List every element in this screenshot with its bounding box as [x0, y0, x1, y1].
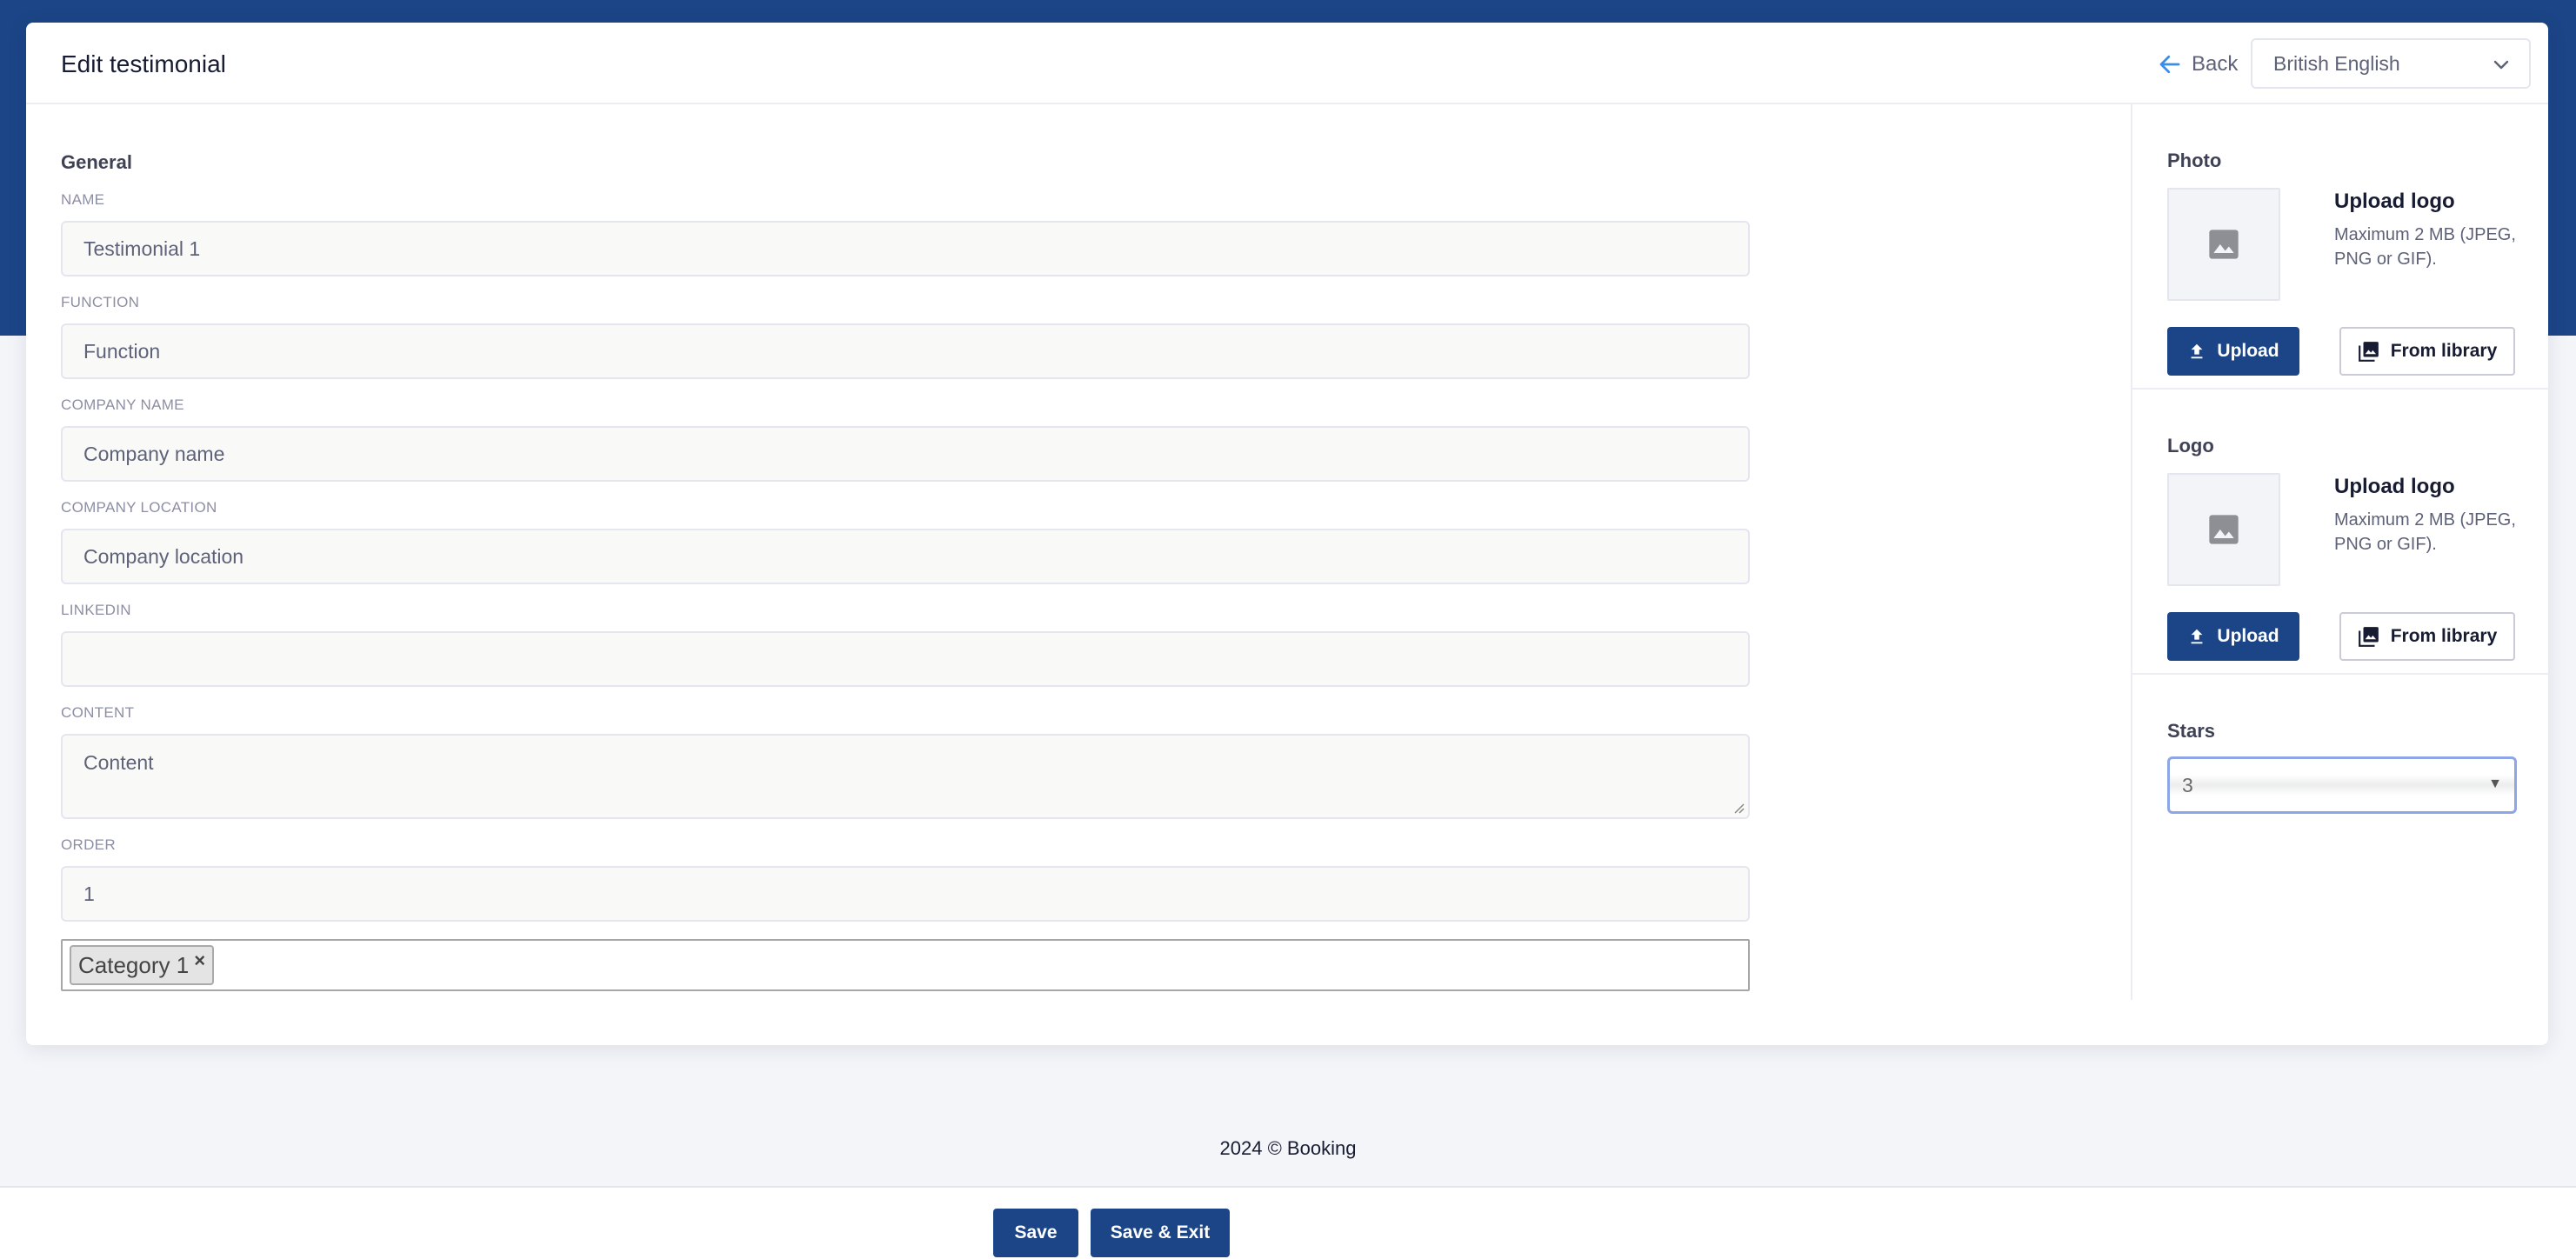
images-icon	[2358, 342, 2379, 362]
image-placeholder-icon	[2209, 230, 2239, 259]
linkedin-field[interactable]	[61, 631, 1750, 687]
back-label: Back	[2192, 52, 2239, 76]
language-value: British English	[2273, 51, 2400, 75]
name-field[interactable]: Testimonial 1	[61, 221, 1750, 276]
photo-thumbnail	[2167, 188, 2280, 301]
category-tag-label: Category 1	[78, 951, 190, 978]
action-bar: Save Save & Exit	[0, 1186, 2576, 1259]
stars-select[interactable]: 3 ▼	[2167, 756, 2517, 814]
language-select[interactable]: British English	[2251, 38, 2531, 89]
name-label: NAME	[61, 191, 105, 208]
images-icon	[2358, 627, 2379, 647]
photo-upload-hint: Maximum 2 MB (JPEG, PNG or GIF).	[2334, 225, 2516, 269]
linkedin-label: LINKEDIN	[61, 602, 131, 618]
photo-library-label: From library	[2390, 341, 2498, 361]
resize-handle-icon[interactable]	[1732, 802, 1745, 814]
general-section-title: General	[61, 151, 132, 173]
logo-library-button[interactable]: From library	[2339, 612, 2515, 661]
back-button[interactable]: Back	[2157, 49, 2238, 80]
content-textarea[interactable]: Content	[61, 734, 1750, 819]
logo-upload-hint: Maximum 2 MB (JPEG, PNG or GIF).	[2334, 510, 2516, 554]
caret-down-icon: ▼	[2488, 776, 2502, 791]
order-field[interactable]: 1	[61, 866, 1750, 922]
logo-section: Logo Upload logo Maximum 2 MB (JPEG, PNG…	[2132, 390, 2550, 675]
company-name-placeholder: Company name	[83, 442, 225, 465]
function-placeholder: Function	[83, 339, 161, 363]
company-location-label: COMPANY LOCATION	[61, 499, 217, 516]
chevron-down-icon	[2493, 60, 2509, 70]
logo-upload-label: Upload	[2217, 626, 2279, 646]
company-location-field[interactable]: Company location	[61, 529, 1750, 584]
footer-copyright: 2024 © Booking	[1219, 1137, 1357, 1159]
save-exit-button[interactable]: Save & Exit	[1091, 1209, 1230, 1257]
upload-icon	[2191, 629, 2203, 644]
photo-library-button[interactable]: From library	[2339, 327, 2515, 376]
function-label: FUNCTION	[61, 294, 140, 310]
category-tag: Category 1 ×	[70, 945, 215, 985]
logo-library-label: From library	[2390, 626, 2498, 646]
company-name-field[interactable]: Company name	[61, 426, 1750, 482]
photo-upload-label: Upload	[2217, 341, 2279, 361]
save-button[interactable]: Save	[993, 1209, 1078, 1257]
edit-testimonial-card: Edit testimonial Back British English Ge…	[26, 23, 2550, 1045]
order-value: 1	[83, 882, 95, 905]
category-select[interactable]: Category 1 ×	[61, 939, 1750, 991]
photo-upload-title: Upload logo	[2334, 190, 2455, 213]
logo-title: Logo	[2167, 435, 2214, 456]
name-value: Testimonial 1	[83, 236, 201, 260]
photo-upload-button[interactable]: Upload	[2167, 327, 2299, 376]
company-location-placeholder: Company location	[83, 544, 244, 568]
logo-upload-button[interactable]: Upload	[2167, 612, 2299, 661]
arrow-left-icon	[2159, 55, 2180, 74]
page-title: Edit testimonial	[61, 50, 226, 77]
photo-section: Photo Upload logo Maximum 2 MB (JPEG, PN…	[2132, 104, 2550, 390]
sidebar: Photo Upload logo Maximum 2 MB (JPEG, PN…	[2131, 104, 2550, 1000]
remove-category-icon[interactable]: ×	[194, 949, 205, 972]
card-header: Edit testimonial Back British English	[26, 23, 2548, 104]
stars-value: 3	[2182, 773, 2193, 796]
logo-thumbnail	[2167, 473, 2280, 586]
company-name-label: COMPANY NAME	[61, 396, 184, 413]
photo-title: Photo	[2167, 150, 2222, 171]
content-label: CONTENT	[61, 704, 135, 721]
order-label: ORDER	[61, 836, 116, 853]
stars-title: Stars	[2167, 720, 2216, 742]
image-placeholder-icon	[2209, 515, 2239, 544]
logo-upload-title: Upload logo	[2334, 475, 2455, 498]
upload-icon	[2191, 343, 2203, 359]
content-placeholder: Content	[83, 751, 154, 774]
function-field[interactable]: Function	[61, 323, 1750, 379]
